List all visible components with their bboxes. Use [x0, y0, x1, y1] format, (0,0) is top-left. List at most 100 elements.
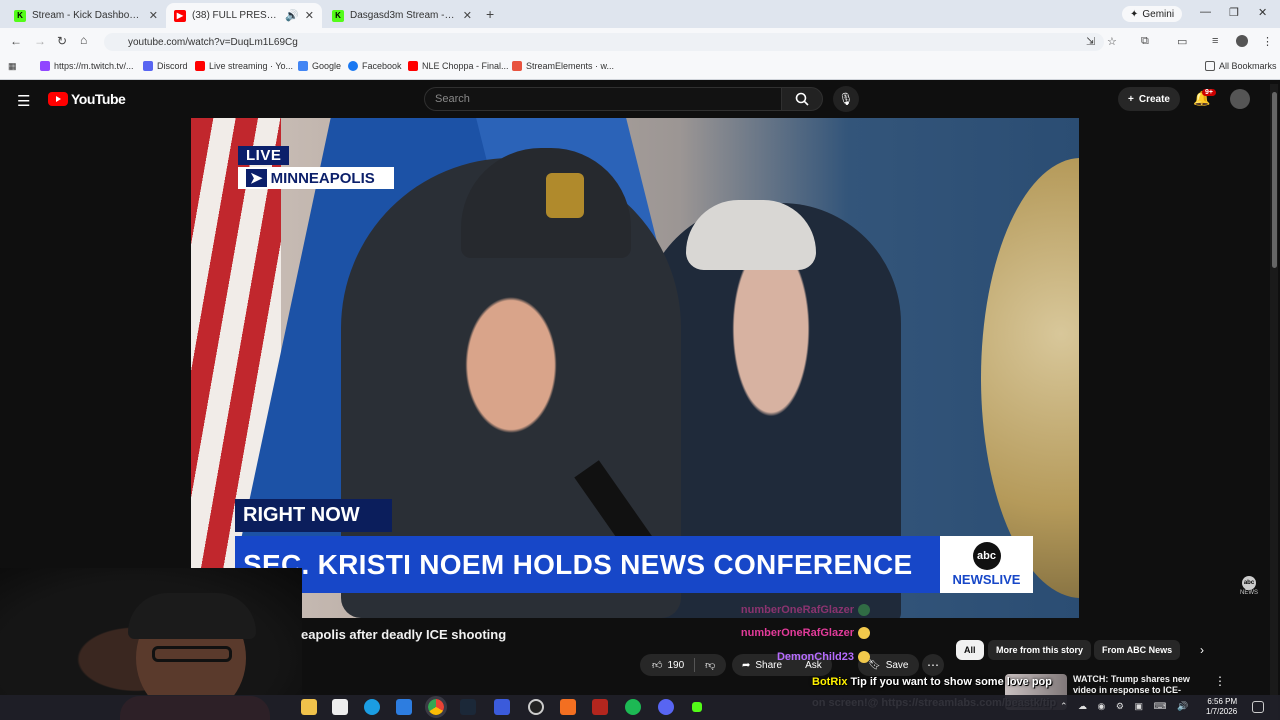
logo-text: YouTube	[71, 91, 126, 107]
app-icon[interactable]	[494, 699, 510, 715]
discord-icon[interactable]	[658, 699, 674, 715]
search-input[interactable]: Search	[424, 87, 782, 111]
bot-name: BotRix	[812, 676, 848, 688]
bookmark-nle-choppa[interactable]: NLE Choppa - Final...	[408, 61, 509, 71]
hamburger-menu-icon[interactable]: ☰	[17, 92, 30, 110]
chat-username: DemonChild23	[776, 651, 854, 663]
forward-arrow-icon[interactable]: →	[34, 34, 46, 48]
back-arrow-icon[interactable]: ←	[10, 34, 22, 48]
bookmark-discord[interactable]: Discord	[143, 61, 188, 71]
kick-icon[interactable]	[692, 702, 702, 712]
chevron-right-icon[interactable]: ›	[1200, 643, 1204, 657]
close-icon[interactable]: ✕	[463, 9, 472, 22]
audio-icon[interactable]: 🔊	[285, 9, 299, 22]
recommendation-title[interactable]: WATCH: Trump shares new video in respons…	[1073, 674, 1203, 696]
streamer-hat	[128, 593, 256, 639]
obs-icon[interactable]	[528, 699, 544, 715]
browser-tab-kick-dashboard[interactable]: K Stream - Kick Dashboard ✕	[6, 3, 166, 28]
bookmark-streamelements[interactable]: StreamElements · w...	[512, 61, 614, 71]
chat-username: numberOneRafGlazer	[740, 627, 854, 639]
maximize-button[interactable]: ❐	[1229, 6, 1239, 19]
window-close-button[interactable]: ✕	[1258, 6, 1267, 19]
bookmark-live-streaming[interactable]: Live streaming · Yo...	[195, 61, 293, 71]
all-bookmarks[interactable]: All Bookmarks	[1205, 61, 1277, 71]
url-text: youtube.com/watch?v=DuqLm1L69Cg	[128, 36, 298, 48]
gemini-label: Gemini	[1142, 8, 1175, 20]
steam-icon[interactable]	[460, 699, 476, 715]
search-icon	[795, 92, 809, 106]
edge-icon[interactable]	[364, 699, 380, 715]
more-vertical-icon[interactable]: ⋮	[1214, 674, 1226, 688]
notification-badge: 9+	[1202, 89, 1216, 96]
bookmark-label: Discord	[157, 61, 188, 71]
dislike-button[interactable]: 👎︎	[695, 659, 715, 671]
chat-badge-icon	[858, 604, 870, 616]
notification-center-icon[interactable]	[1252, 701, 1264, 713]
gemini-button[interactable]: ✦ Gemini	[1122, 6, 1183, 22]
calculator-icon[interactable]	[332, 699, 348, 715]
network-logo-box: abc NEWSLIVE	[940, 536, 1033, 593]
chip-all[interactable]: All	[956, 640, 984, 660]
youtube-play-icon	[48, 92, 68, 106]
streamer-glasses	[152, 646, 232, 662]
menu-icon[interactable]: ⋮	[1262, 35, 1273, 48]
reading-list-icon[interactable]: ≡	[1212, 35, 1218, 47]
chip-more-from-story[interactable]: More from this story	[988, 640, 1092, 660]
location-arrow-icon: ➤	[246, 169, 267, 187]
search-button[interactable]	[781, 87, 823, 111]
chrome-icon[interactable]	[425, 696, 447, 718]
bookmark-google[interactable]: Google	[298, 61, 341, 71]
close-icon[interactable]: ✕	[305, 9, 314, 22]
chat-message: numberOneRafGlazer	[741, 627, 870, 639]
tab-title: Dasgasd3m Stream - Watch Li...	[350, 10, 457, 21]
location-label: MINNEAPOLIS	[270, 169, 375, 187]
bookmark-star-icon[interactable]: ☆	[1107, 35, 1117, 48]
extensions-icon[interactable]: ⧉	[1141, 35, 1149, 48]
tab-title: (38) FULL PRESS CONFERE...	[192, 10, 279, 21]
browser-tab-kick-stream[interactable]: K Dasgasd3m Stream - Watch Li... ✕	[324, 3, 480, 28]
like-count: 190	[667, 659, 685, 671]
file-explorer-icon[interactable]	[301, 699, 317, 715]
browser-tab-youtube[interactable]: ▶ (38) FULL PRESS CONFERE... 🔊 ✕	[166, 3, 322, 28]
like-dislike-group: 👍︎ 190 👎︎	[640, 654, 726, 676]
minimize-button[interactable]: —	[1200, 6, 1211, 18]
headline-banner: SEC. KRISTI NOEM HOLDS NEWS CONFERENCE	[235, 536, 940, 593]
youtube-logo[interactable]: YouTube	[48, 91, 126, 107]
sidebar-icon[interactable]: ▭	[1177, 35, 1187, 48]
create-label: Create	[1138, 93, 1170, 105]
profile-avatar[interactable]	[1236, 35, 1248, 47]
bookmark-facebook[interactable]: Facebook	[348, 61, 402, 71]
reload-icon[interactable]: ↻	[57, 34, 67, 48]
bookmark-label: All Bookmarks	[1219, 61, 1277, 71]
account-avatar[interactable]	[1230, 89, 1250, 109]
kick-icon: K	[14, 9, 26, 22]
app-icon[interactable]	[592, 699, 608, 715]
bookmark-twitch[interactable]: https://m.twitch.tv/...	[40, 61, 134, 71]
close-icon[interactable]: ✕	[149, 9, 158, 22]
share-arrow-icon: ➦	[742, 659, 751, 671]
apps-icon[interactable]: ▦	[8, 61, 17, 72]
address-bar[interactable]: youtube.com/watch?v=DuqLm1L69Cg	[104, 33, 1104, 51]
sparkle-icon: ✦	[1130, 8, 1139, 20]
newslive-label: NEWSLIVE	[952, 572, 1021, 587]
app-icon[interactable]	[560, 699, 576, 715]
taskbar-clock[interactable]: 6:56 PM 1/7/2026	[1206, 697, 1237, 717]
youtube-icon	[408, 61, 418, 71]
google-icon	[298, 61, 308, 71]
tab-title: Stream - Kick Dashboard	[32, 10, 143, 21]
install-icon[interactable]: ⇲	[1086, 35, 1095, 48]
store-icon[interactable]	[396, 699, 412, 715]
spotify-icon[interactable]	[625, 699, 641, 715]
chip-from-abc-news[interactable]: From ABC News	[1094, 640, 1181, 660]
system-tray-icons[interactable]: ⌃ ☁ ◉ ⚙ ▣ ⌨ 🔊	[1060, 701, 1192, 712]
thumbs-up-icon: 👍︎	[652, 660, 663, 671]
like-button[interactable]: 👍︎ 190	[640, 658, 696, 672]
voice-search-button[interactable]: 🎙	[833, 86, 859, 112]
abc-watermark-logo: abc	[1242, 576, 1256, 590]
thumbs-down-icon: 👎︎	[705, 660, 716, 671]
create-button[interactable]: + Create	[1118, 87, 1180, 111]
new-tab-button[interactable]: +	[486, 6, 494, 22]
clock-time: 6:56 PM	[1207, 697, 1238, 706]
scrollbar-thumb[interactable]	[1272, 92, 1277, 268]
home-icon[interactable]: ⌂	[80, 33, 87, 47]
